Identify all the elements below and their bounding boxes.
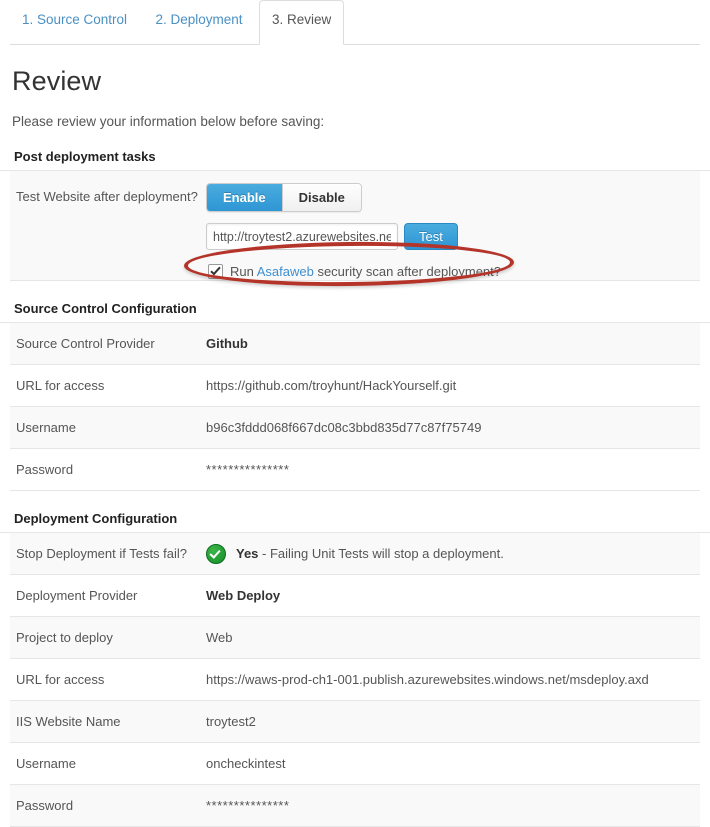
tab-review-label: 3. Review xyxy=(272,12,332,27)
section-title-source-control: Source Control Configuration xyxy=(14,301,197,316)
tab-source-control-label: 1. Source Control xyxy=(22,12,128,27)
table-row: Project to deploy Web xyxy=(10,617,700,659)
row-label-deploy-url: URL for access xyxy=(16,672,105,687)
tab-source-control[interactable]: 1. Source Control xyxy=(10,0,139,45)
row-value-deploy-url: https://waws-prod-ch1-001.publish.azurew… xyxy=(206,672,649,687)
row-value-test-website: Enable Disable Test Run Asafaweb securit… xyxy=(206,183,700,279)
green-check-icon xyxy=(206,543,226,564)
asafaweb-scan-checkbox[interactable] xyxy=(208,264,223,279)
table-row: Source Control Provider Github xyxy=(10,323,700,365)
tab-review[interactable]: 3. Review xyxy=(259,0,345,45)
table-row: Password *************** xyxy=(10,785,700,827)
section-title-deployment: Deployment Configuration xyxy=(14,511,178,526)
enable-button[interactable]: Enable xyxy=(207,184,283,211)
source-control-rows: Source Control Provider Github URL for a… xyxy=(0,322,710,491)
row-label-sc-password: Password xyxy=(16,462,74,477)
scan-text-after: security scan after deployment? xyxy=(313,264,501,279)
section-post-deployment-tasks: Post deployment tasks Test Website after… xyxy=(0,149,710,281)
row-label-test-website: Test Website after deployment? xyxy=(16,189,198,204)
row-value-sc-password: *************** xyxy=(206,462,290,477)
row-label-sc-username: Username xyxy=(16,420,76,435)
row-label-stop-deployment: Stop Deployment if Tests fail? xyxy=(16,546,188,561)
row-value-source-control-provider: Github xyxy=(206,336,248,351)
test-url-input[interactable] xyxy=(206,223,398,250)
row-label-project-to-deploy: Project to deploy xyxy=(16,630,113,645)
table-row: IIS Website Name troytest2 xyxy=(10,701,700,743)
test-button[interactable]: Test xyxy=(404,223,458,250)
row-value-stop-deployment: Yes - Failing Unit Tests will stop a dep… xyxy=(206,543,700,564)
post-deployment-rows: Test Website after deployment? Enable Di… xyxy=(0,170,710,281)
table-row: Password *************** xyxy=(10,449,700,491)
table-row: URL for access https://waws-prod-ch1-001… xyxy=(10,659,700,701)
scan-checkbox-row[interactable]: Run Asafaweb security scan after deploym… xyxy=(206,264,700,279)
scan-text-before: Run xyxy=(230,264,257,279)
row-label-sc-url: URL for access xyxy=(16,378,105,393)
tab-deployment[interactable]: 2. Deployment xyxy=(144,0,255,45)
wizard-tab-bar: 1. Source Control 2. Deployment 3. Revie… xyxy=(0,0,710,45)
page-subtitle: Please review your information below bef… xyxy=(12,114,325,129)
stop-deployment-answer: Yes - Failing Unit Tests will stop a dep… xyxy=(236,546,504,561)
row-value-deploy-username: oncheckintest xyxy=(206,756,286,771)
row-value-deployment-provider: Web Deploy xyxy=(206,588,281,603)
asafaweb-link[interactable]: Asafaweb xyxy=(257,264,314,279)
scan-checkbox-label: Run Asafaweb security scan after deploym… xyxy=(230,264,501,279)
enable-disable-toggle[interactable]: Enable Disable xyxy=(206,183,362,212)
stop-deployment-yes: Yes xyxy=(236,546,259,561)
disable-button[interactable]: Disable xyxy=(282,184,361,211)
deployment-rows: Stop Deployment if Tests fail? Yes - Fai… xyxy=(0,532,710,827)
test-url-line: Test xyxy=(206,223,700,250)
row-value-sc-url: https://github.com/troyhunt/HackYourself… xyxy=(206,378,457,393)
table-row: URL for access https://github.com/troyhu… xyxy=(10,365,700,407)
stop-deployment-detail: - Failing Unit Tests will stop a deploym… xyxy=(258,546,504,561)
section-deployment-configuration: Deployment Configuration Stop Deployment… xyxy=(0,511,710,827)
table-row: Username oncheckintest xyxy=(10,743,700,785)
row-label-source-control-provider: Source Control Provider xyxy=(16,336,155,351)
row-value-sc-username: b96c3fddd068f667dc08c3bbd835d77c87f75749 xyxy=(206,420,482,435)
table-row: Stop Deployment if Tests fail? Yes - Fai… xyxy=(10,533,700,575)
row-label-deploy-username: Username xyxy=(16,756,76,771)
page-title: Review xyxy=(12,66,102,96)
row-label-iis-website-name: IIS Website Name xyxy=(16,714,121,729)
row-test-website: Test Website after deployment? Enable Di… xyxy=(10,171,700,281)
row-label-deployment-provider: Deployment Provider xyxy=(16,588,138,603)
row-value-deploy-password: *************** xyxy=(206,798,290,813)
row-value-iis-website-name: troytest2 xyxy=(206,714,256,729)
section-source-control-configuration: Source Control Configuration Source Cont… xyxy=(0,301,710,491)
section-title-post-deployment: Post deployment tasks xyxy=(14,149,156,164)
row-value-project-to-deploy: Web xyxy=(206,630,233,645)
row-label-deploy-password: Password xyxy=(16,798,74,813)
table-row: Deployment Provider Web Deploy xyxy=(10,575,700,617)
tab-deployment-label: 2. Deployment xyxy=(155,12,243,27)
table-row: Username b96c3fddd068f667dc08c3bbd835d77… xyxy=(10,407,700,449)
